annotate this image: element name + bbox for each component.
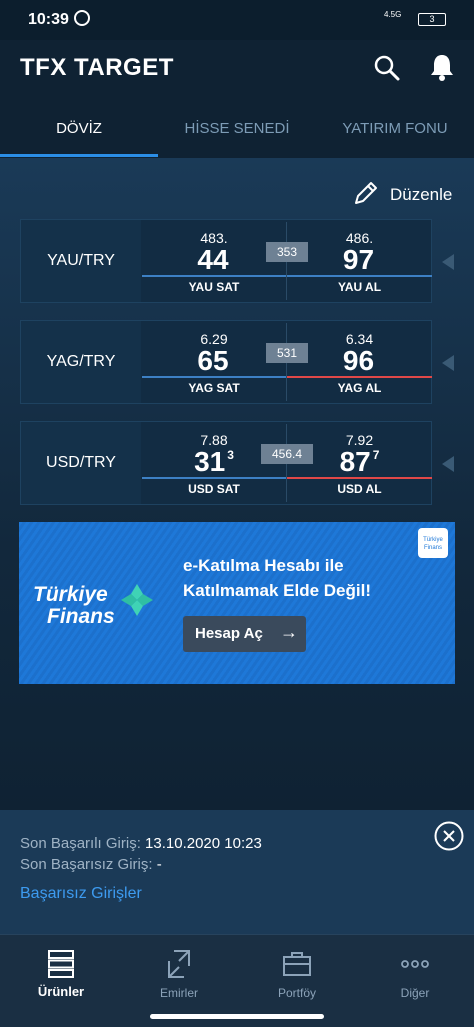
sell-price-bar (142, 477, 286, 479)
fx-row-usd[interactable]: USD/TRY 7.88 31 3 USD SAT 7.92 87 7 USD AL… (20, 421, 432, 505)
open-account-button[interactable]: Hesap Aç → (183, 616, 306, 652)
buy-label: USD AL (337, 482, 382, 496)
fx-pair-name: YAU/TRY (21, 220, 141, 302)
promo-banner[interactable]: Türkiye Finans e-Katılma Hesabı ile Katı… (19, 522, 455, 684)
cta-label: Hesap Aç (195, 625, 263, 642)
transfer-icon (168, 950, 190, 978)
sell-price-bar (142, 275, 286, 277)
tab-doviz[interactable]: DÖVİZ (0, 102, 158, 158)
tab-yatirim-fonu[interactable]: YATIRIM FONU (316, 102, 474, 158)
nav-emirler[interactable]: Emirler (120, 935, 238, 1015)
nav-diger[interactable]: Diğer (356, 935, 474, 1015)
nav-urunler[interactable]: Ürünler (2, 935, 120, 1015)
fx-row-yau[interactable]: YAU/TRY 483. 44 YAU SAT 486. 97 YAU AL 3… (20, 219, 432, 303)
nav-label: Ürünler (37, 984, 85, 999)
banner-headline-2: Katılmamak Elde Değil! (183, 581, 372, 600)
buy-price-bar (287, 376, 432, 378)
nav-label: Emirler (160, 986, 198, 1000)
battery-icon: 3 (418, 13, 446, 26)
arrow-right-icon: → (280, 622, 298, 642)
last-success-login: Son Başarılı Giriş: 13.10.2020 10:23 (20, 835, 262, 852)
spread-badge: 531 (266, 343, 308, 363)
home-indicator (150, 1014, 324, 1019)
fx-row-yag[interactable]: YAG/TRY 6.29 65 YAG SAT 6.34 96 YAG AL 5… (20, 320, 432, 404)
briefcase-icon (283, 952, 311, 976)
search-icon[interactable] (373, 54, 401, 82)
buy-label: YAU AL (337, 280, 382, 294)
sell-label: YAU SAT (188, 280, 240, 294)
nav-portfoy[interactable]: Portföy (238, 935, 356, 1015)
last-failed-login: Son Başarısız Giriş: - (20, 856, 162, 873)
app-bar: TFX TARGET (0, 40, 474, 102)
row-expand-arrow-icon[interactable] (442, 355, 454, 371)
tab-hisse-senedi[interactable]: HİSSE SENEDİ (158, 102, 316, 158)
list-icon (48, 950, 74, 978)
nav-label: Portföy (277, 986, 316, 1000)
buy-price-bar (287, 275, 432, 277)
sell-price-bar (142, 376, 286, 378)
alarm-icon (74, 10, 90, 26)
content-area: Düzenle YAU/TRY 483. 44 YAU SAT 486. 97 … (0, 158, 474, 810)
pencil-icon (355, 182, 377, 204)
login-info-panel: Son Başarılı Giriş: 13.10.2020 10:23 Son… (0, 810, 474, 934)
buy-price-main: 96 (342, 345, 375, 376)
network-indicator: 4.5G (384, 10, 402, 19)
fx-pair-name: USD/TRY (21, 422, 141, 504)
buy-price-main: 97 (342, 244, 375, 275)
mini-brand-logo: Türkiye Finans (418, 528, 448, 558)
buy-price-bar (287, 477, 432, 479)
row-expand-arrow-icon[interactable] (442, 254, 454, 270)
product-tabs: DÖVİZ HİSSE SENEDİ YATIRIM FONU (0, 102, 474, 158)
nav-label: Diğer (400, 986, 430, 1000)
sell-label: YAG SAT (188, 381, 240, 395)
spread-badge: 456.4 (261, 444, 313, 464)
sell-label: USD SAT (188, 482, 240, 496)
bell-icon[interactable] (428, 52, 456, 82)
status-bar: 10:39 4.5G 3 (0, 0, 474, 40)
banner-headline-1: e-Katılma Hesabı ile (183, 556, 344, 575)
app-title: TFX TARGET (20, 54, 174, 81)
close-icon[interactable] (434, 821, 464, 851)
buy-price-cell[interactable]: 6.34 96 YAG AL (287, 323, 432, 401)
edit-label: Düzenle (390, 185, 453, 204)
fx-pair-name: YAG/TRY (21, 321, 141, 403)
buy-label: YAG AL (337, 381, 382, 395)
buy-price-cell[interactable]: 486. 97 YAU AL (287, 222, 432, 300)
brand-logo-text: Türkiye Finans (33, 583, 115, 628)
sell-price-main: 44 (197, 244, 229, 275)
brand-logo-icon (121, 584, 153, 616)
status-time: 10:39 (28, 11, 69, 28)
row-expand-arrow-icon[interactable] (442, 456, 454, 472)
more-icon (401, 960, 429, 968)
failed-logins-link[interactable]: Başarısız Girişler (20, 885, 142, 903)
spread-badge: 353 (266, 242, 308, 262)
tab-indicator (0, 154, 158, 157)
sell-price-main: 65 (197, 345, 229, 376)
